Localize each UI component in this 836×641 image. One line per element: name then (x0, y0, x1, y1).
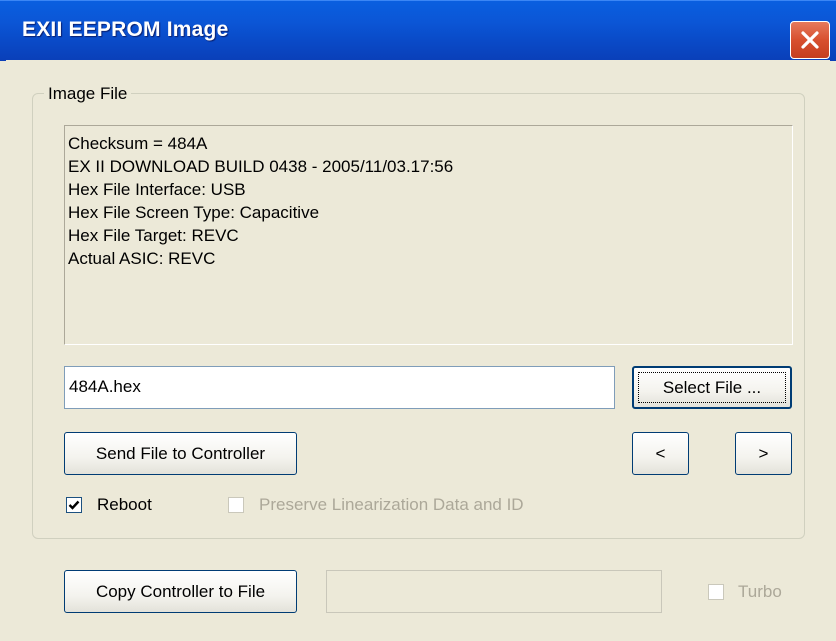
select-file-button[interactable]: Select File ... (632, 366, 792, 409)
turbo-label: Turbo (738, 582, 782, 601)
copy-controller-label: Copy Controller to File (95, 581, 266, 601)
previous-button[interactable]: < (632, 432, 689, 475)
info-line-build: EX II DOWNLOAD BUILD 0438 - 2005/11/03.1… (68, 157, 454, 176)
close-button[interactable] (790, 21, 830, 59)
preserve-linearization-checkbox (228, 497, 244, 513)
next-label: > (758, 443, 769, 463)
window-title: EXII EEPROM Image (22, 18, 229, 41)
focus-ring (638, 372, 786, 403)
close-icon (801, 31, 819, 49)
copy-target-field (326, 570, 662, 613)
info-line-target: Hex File Target: REVC (68, 226, 239, 245)
reboot-checkbox[interactable] (66, 497, 82, 513)
info-line-screen-type: Hex File Screen Type: Capacitive (68, 203, 320, 222)
send-file-button[interactable]: Send File to Controller (64, 432, 297, 475)
group-label: Image File (44, 84, 132, 104)
eeprom-image-dialog: EXII EEPROM Image Image File Checksum = … (0, 0, 836, 641)
previous-label: < (655, 443, 666, 463)
turbo-checkbox (708, 584, 724, 600)
preserve-linearization-label: Preserve Linearization Data and ID (259, 495, 524, 514)
title-bar[interactable]: EXII EEPROM Image (0, 0, 836, 61)
file-path-field[interactable] (64, 366, 615, 409)
send-file-label: Send File to Controller (95, 443, 266, 463)
checkmark-icon (68, 500, 80, 510)
next-button[interactable]: > (735, 432, 792, 475)
info-line-asic: Actual ASIC: REVC (68, 249, 216, 268)
reboot-label[interactable]: Reboot (97, 495, 152, 515)
info-line-checksum: Checksum = 484A (68, 134, 208, 153)
image-info-panel: Checksum = 484A EX II DOWNLOAD BUILD 043… (64, 125, 793, 345)
copy-controller-button[interactable]: Copy Controller to File (64, 570, 297, 613)
file-path-input[interactable] (69, 376, 599, 398)
info-line-interface: Hex File Interface: USB (68, 180, 246, 199)
